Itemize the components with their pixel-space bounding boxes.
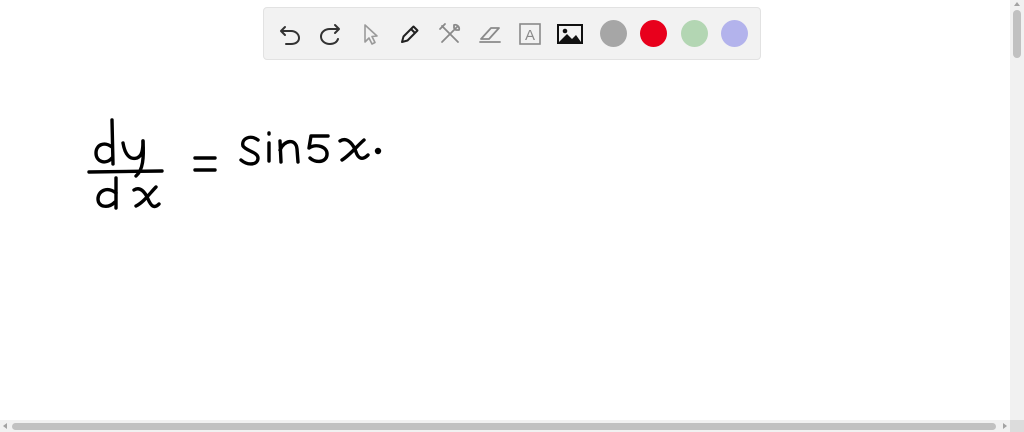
handwriting-denominator-d bbox=[96, 176, 118, 210]
vertical-scroll-thumb[interactable] bbox=[1013, 10, 1021, 58]
color-swatch-green[interactable] bbox=[681, 20, 708, 47]
scrollbar-corner bbox=[1010, 420, 1024, 432]
select-tool-button[interactable] bbox=[356, 20, 384, 48]
handwriting-x bbox=[338, 138, 370, 162]
handwritten-equation bbox=[87, 118, 382, 210]
handwriting-fraction-bar bbox=[87, 169, 164, 174]
image-icon bbox=[557, 24, 583, 44]
tools-button[interactable] bbox=[436, 20, 464, 48]
pencil-icon bbox=[401, 25, 419, 43]
scroll-up-arrow-icon[interactable] bbox=[1014, 2, 1020, 6]
handwriting-denominator-x bbox=[132, 185, 161, 209]
tools-icon bbox=[439, 23, 461, 43]
redo-button[interactable] bbox=[316, 20, 344, 48]
horizontal-scrollbar[interactable] bbox=[0, 420, 1010, 432]
handwriting-equals bbox=[193, 156, 217, 172]
undo-icon bbox=[280, 26, 301, 45]
eraser-tool-button[interactable] bbox=[476, 20, 504, 48]
text-tool-glyph: A bbox=[525, 27, 535, 44]
image-tool-button[interactable] bbox=[556, 20, 584, 48]
text-tool-button[interactable]: A bbox=[516, 20, 544, 48]
scroll-right-arrow-icon[interactable] bbox=[1003, 423, 1007, 429]
vertical-scrollbar[interactable] bbox=[1010, 0, 1024, 420]
color-swatch-red[interactable] bbox=[640, 20, 667, 47]
pen-tool-button[interactable] bbox=[396, 20, 424, 48]
drawing-toolbar: A bbox=[263, 7, 761, 60]
redo-icon bbox=[319, 24, 340, 46]
handwriting-n bbox=[278, 139, 300, 164]
horizontal-scroll-thumb[interactable] bbox=[12, 423, 996, 430]
drawing-canvas[interactable] bbox=[0, 0, 1010, 420]
color-swatch-purple[interactable] bbox=[721, 20, 748, 47]
handwriting-numerator-d bbox=[94, 118, 115, 166]
text-box-icon: A bbox=[519, 23, 541, 45]
handwriting-s bbox=[239, 135, 260, 166]
undo-button[interactable] bbox=[276, 20, 304, 48]
handwriting-five bbox=[307, 134, 330, 164]
handwriting-period bbox=[374, 147, 382, 155]
scroll-left-arrow-icon[interactable] bbox=[3, 423, 7, 429]
eraser-icon bbox=[479, 27, 501, 43]
whiteboard-app: A bbox=[0, 0, 1024, 432]
pointer-icon bbox=[364, 24, 378, 45]
color-swatch-gray[interactable] bbox=[600, 20, 627, 47]
